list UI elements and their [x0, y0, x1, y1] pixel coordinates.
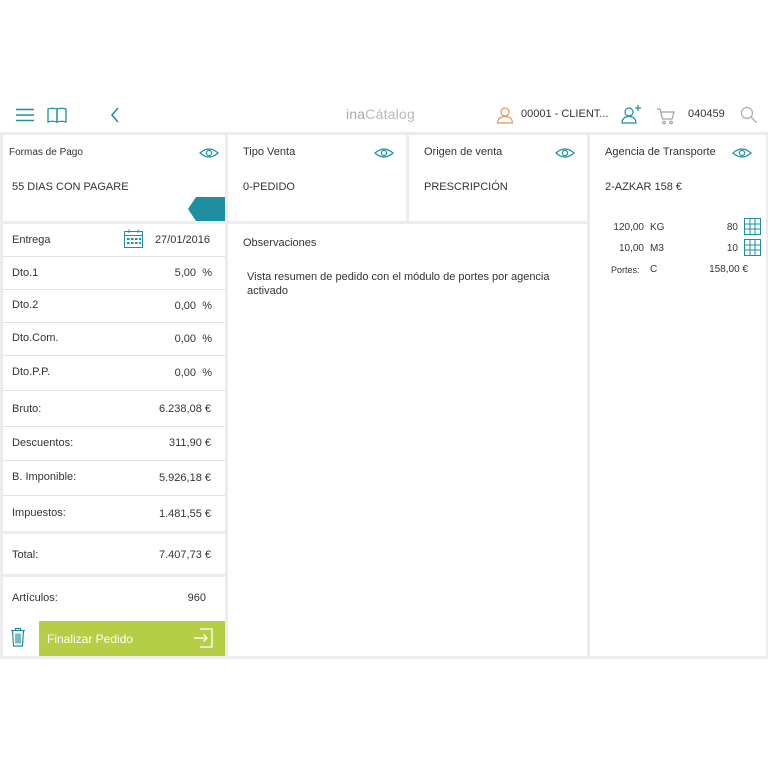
portes-label: Portes: [611, 265, 640, 275]
exit-arrow-icon [193, 628, 213, 648]
total-row-articulos: Artículos: 960 [3, 577, 225, 621]
total-label: B. Imponible: [12, 471, 77, 483]
payment-panel[interactable]: Formas de Pago 55 DIAS CON PAGARE [3, 135, 225, 221]
total-value: 6.238,08 € [159, 403, 211, 415]
transport-row-amount: 10,00 [618, 243, 644, 254]
transport-row-qty[interactable]: 80 [727, 222, 738, 233]
discount-value[interactable]: 0,00 [175, 367, 196, 379]
portes-code: C [650, 264, 658, 275]
observations-panel[interactable]: Observaciones Vista resumen de pedido co… [228, 224, 587, 656]
top-toolbar: inaCátalog 00001 - CLIENT... 040459 [0, 98, 768, 132]
delivery-date[interactable]: 27/01/2016 [155, 234, 210, 246]
total-row-descuentos: Descuentos: 311,90 € [3, 427, 225, 461]
total-value: 960 [187, 592, 206, 604]
delivery-label: Entrega [12, 234, 51, 246]
discount-row[interactable]: Dto.Com. 0,00 % [3, 323, 225, 356]
search-icon[interactable] [740, 106, 758, 129]
discount-value[interactable]: 5,00 [175, 267, 196, 279]
discount-label: Dto.1 [12, 267, 39, 279]
total-value: 1.481,55 € [159, 508, 211, 520]
total-row-bruto: Bruto: 6.238,08 € [3, 391, 225, 427]
grid-table-icon[interactable] [744, 218, 761, 235]
delete-order-area [3, 621, 39, 656]
discount-label: Dto.Com. [12, 332, 59, 344]
discount-row[interactable]: Dto.2 0,00 % [3, 290, 225, 323]
finalize-order-label: Finalizar Pedido [47, 632, 134, 646]
total-row-base-imponible: B. Imponible: 5.926,18 € [3, 461, 225, 496]
discount-label: Dto.P.P. [12, 366, 51, 378]
grid-table-icon[interactable] [744, 239, 761, 256]
tab-marker-icon [188, 197, 225, 221]
discount-row[interactable]: Dto.P.P. 0,00 % [3, 356, 225, 391]
payment-title: Formas de Pago [9, 147, 83, 158]
total-row-impuestos: Impuestos: 1.481,55 € [3, 496, 225, 534]
sale-type-value: 0-PEDIDO [243, 181, 295, 193]
transport-row-qty[interactable]: 10 [727, 243, 738, 254]
client-user-icon[interactable] [496, 106, 514, 129]
transport-row-unit: M3 [650, 243, 664, 254]
trash-icon[interactable] [10, 627, 26, 647]
sale-origin-title: Origen de venta [424, 146, 503, 158]
discount-unit: % [202, 333, 212, 345]
transport-panel: Agencia de Transporte 2-AZKAR 158 € 120,… [590, 135, 766, 656]
app-title: inaCátalog [346, 106, 415, 122]
total-value: 311,90 € [168, 437, 211, 449]
finalize-order-button[interactable]: Finalizar Pedido [39, 621, 225, 656]
discount-value[interactable]: 0,00 [175, 333, 196, 345]
cart-icon[interactable] [656, 107, 676, 130]
sale-origin-panel[interactable]: Origen de venta PRESCRIPCIÓN [409, 135, 587, 221]
discount-unit: % [202, 367, 212, 379]
sale-type-title: Tipo Venta [243, 146, 296, 158]
catalog-book-icon[interactable] [47, 107, 67, 128]
transport-row-amount: 120,00 [613, 222, 644, 233]
menu-icon[interactable] [15, 108, 35, 127]
eye-icon[interactable] [732, 147, 752, 159]
back-chevron-icon[interactable] [109, 106, 121, 129]
total-label: Artículos: [12, 592, 58, 604]
total-row-total: Total: 7.407,73 € [3, 534, 225, 577]
sale-origin-value: PRESCRIPCIÓN [424, 181, 508, 193]
transport-row-unit: KG [650, 222, 665, 233]
total-label: Total: [12, 549, 39, 561]
transport-value: 2-AZKAR 158 € [605, 181, 683, 193]
total-value: 5.926,18 € [159, 472, 211, 484]
total-label: Descuentos: [12, 437, 74, 449]
client-selector[interactable]: 00001 - CLIENT... [521, 108, 608, 120]
eye-icon[interactable] [374, 147, 394, 159]
delivery-row[interactable]: Entrega 27/01/2016 [3, 224, 225, 257]
discount-unit: % [202, 267, 212, 279]
calendar-icon[interactable] [124, 229, 143, 248]
eye-icon[interactable] [199, 147, 219, 159]
observations-text[interactable]: Vista resumen de pedido con el módulo de… [247, 270, 577, 298]
total-label: Bruto: [12, 403, 42, 415]
total-value: 7.407,73 € [159, 549, 211, 561]
sale-type-panel[interactable]: Tipo Venta 0-PEDIDO [228, 135, 406, 221]
discount-unit: % [202, 300, 212, 312]
discount-value[interactable]: 0,00 [175, 300, 196, 312]
observations-title: Observaciones [243, 237, 317, 249]
discount-row[interactable]: Dto.1 5,00 % [3, 257, 225, 290]
eye-icon[interactable] [555, 147, 575, 159]
cart-order-number: 040459 [688, 108, 725, 120]
portes-value: 158,00 € [709, 264, 748, 275]
payment-value: 55 DIAS CON PAGARE [12, 181, 129, 193]
transport-title: Agencia de Transporte [605, 146, 716, 158]
add-user-icon[interactable] [621, 104, 643, 129]
total-label: Impuestos: [12, 507, 66, 519]
discount-label: Dto.2 [12, 299, 39, 311]
